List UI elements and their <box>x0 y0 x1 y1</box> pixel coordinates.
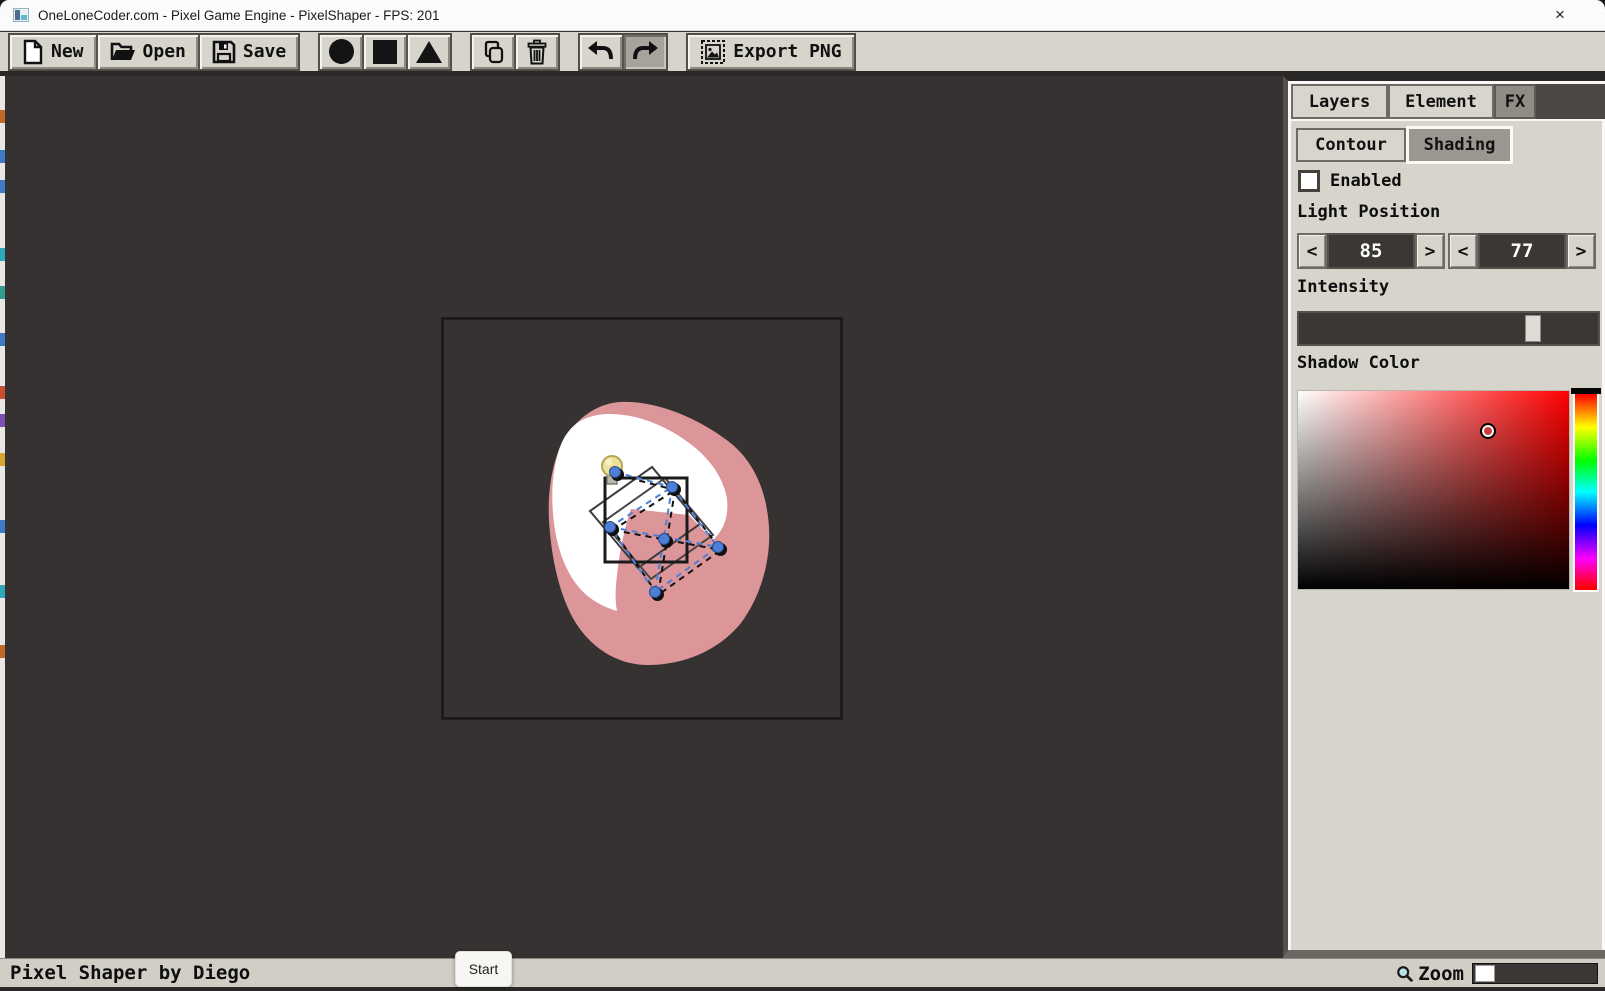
square-tool-button[interactable] <box>363 33 408 70</box>
zoom-label: Zoom <box>1418 962 1464 985</box>
light-y-increment-button[interactable]: > <box>1566 233 1596 269</box>
redo-icon <box>633 40 659 59</box>
fx-panel: Layers Element FX Contour Shading Enable… <box>1283 76 1605 958</box>
sprite-scene <box>441 317 843 720</box>
toolbar: New Open Save Export PNG <box>0 32 1605 76</box>
history-tool-group <box>578 32 669 71</box>
app-icon <box>13 8 29 22</box>
trash-icon <box>527 39 547 64</box>
delete-button[interactable] <box>515 33 560 70</box>
magnifier-icon <box>1397 965 1414 982</box>
corner-handle <box>604 521 616 533</box>
save-button[interactable]: Save <box>198 33 300 70</box>
circle-icon <box>328 39 354 64</box>
open-button[interactable]: Open <box>96 33 199 70</box>
close-button[interactable]: × <box>1537 0 1583 31</box>
export-image-icon <box>701 39 726 64</box>
color-picker-selector[interactable] <box>1480 423 1496 439</box>
tab-fx[interactable]: FX <box>1494 84 1536 119</box>
zoom-control: Zoom <box>1396 959 1598 988</box>
light-x-decrement-button[interactable]: < <box>1297 233 1327 269</box>
light-x-increment-button[interactable]: > <box>1415 233 1445 269</box>
redo-button[interactable] <box>623 33 668 70</box>
hue-handle[interactable] <box>1571 388 1601 394</box>
window-bottom-edge <box>0 987 1605 991</box>
intensity-label: Intensity <box>1297 277 1390 297</box>
square-icon <box>373 39 398 64</box>
shape-tool-group <box>318 32 453 71</box>
enabled-checkbox[interactable] <box>1298 170 1320 192</box>
corner-handle <box>666 481 678 493</box>
center-handle <box>658 533 670 545</box>
start-button[interactable]: Start <box>455 951 512 987</box>
corner-handle <box>712 541 724 553</box>
fx-subtabs: Contour Shading <box>1296 126 1513 164</box>
panel-tabs: Layers Element FX <box>1291 84 1605 119</box>
circle-tool-button[interactable] <box>319 33 364 70</box>
triangle-tool-button[interactable] <box>407 33 452 70</box>
enabled-row: Enabled <box>1298 170 1402 192</box>
subtab-contour[interactable]: Contour <box>1296 128 1406 162</box>
duplicate-icon <box>485 40 504 63</box>
new-button[interactable]: New <box>9 33 97 70</box>
window-title: OneLoneCoder.com - Pixel Game Engine - P… <box>38 7 440 23</box>
app-window: OneLoneCoder.com - Pixel Game Engine - P… <box>0 0 1605 991</box>
save-floppy-icon <box>212 40 236 63</box>
shadow-color-picker[interactable] <box>1297 390 1570 590</box>
light-position-spinners: < 85 > < 77 > <box>1297 233 1596 269</box>
statusbar: Pixel Shaper by Diego Start Zoom <box>0 951 1605 988</box>
light-y-decrement-button[interactable]: < <box>1448 233 1478 269</box>
app-credit: Pixel Shaper by Diego <box>10 962 251 984</box>
light-position-handle <box>609 466 621 478</box>
undo-button[interactable] <box>579 33 624 70</box>
workspace: Layers Element FX Contour Shading Enable… <box>0 76 1605 958</box>
hue-bar[interactable] <box>1573 392 1599 592</box>
export-group: Export PNG <box>686 32 856 71</box>
tab-layers[interactable]: Layers <box>1291 84 1388 119</box>
canvas[interactable] <box>5 76 1283 958</box>
shadow-color-label: Shadow Color <box>1297 353 1420 373</box>
undo-icon <box>588 40 614 59</box>
tab-element[interactable]: Element <box>1388 84 1494 119</box>
zoom-slider-handle[interactable] <box>1475 965 1495 982</box>
light-position-label: Light Position <box>1297 202 1441 222</box>
export-png-button[interactable]: Export PNG <box>687 33 855 70</box>
light-y-value: 77 <box>1478 233 1566 269</box>
titlebar: OneLoneCoder.com - Pixel Game Engine - P… <box>0 0 1605 31</box>
file-button-group: New Open Save <box>8 32 301 71</box>
edit-tool-group <box>470 32 561 71</box>
intensity-slider[interactable] <box>1297 311 1600 346</box>
enabled-label: Enabled <box>1330 171 1402 191</box>
subtab-shading[interactable]: Shading <box>1406 126 1513 164</box>
light-x-value: 85 <box>1327 233 1415 269</box>
duplicate-button[interactable] <box>471 33 516 70</box>
new-file-icon <box>23 39 43 64</box>
corner-handle <box>649 586 661 598</box>
open-folder-icon <box>110 42 135 60</box>
intensity-slider-handle[interactable] <box>1525 315 1541 342</box>
triangle-icon <box>416 40 443 63</box>
zoom-slider[interactable] <box>1472 963 1598 984</box>
